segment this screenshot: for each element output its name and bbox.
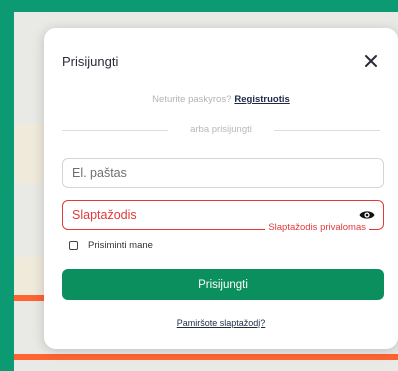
forgot-password-link[interactable]: Pamiršote slaptažodį? — [44, 318, 398, 328]
email-field[interactable] — [63, 159, 383, 187]
signup-question: Neturite paskyros? — [152, 94, 232, 105]
accent-strip — [14, 354, 398, 360]
close-icon[interactable] — [362, 52, 380, 70]
remember-me-label: Prisiminti mane — [88, 239, 153, 251]
password-error-message: Slaptažodis privalomas — [265, 222, 369, 233]
email-field-wrapper — [62, 158, 384, 188]
divider-line-right — [274, 130, 380, 131]
modal-title: Prisijungti — [62, 54, 119, 69]
signup-prompt: Neturite paskyros? Registruotis — [44, 94, 398, 105]
eye-icon[interactable] — [359, 209, 375, 221]
or-divider: arba prisijungti — [62, 124, 380, 136]
login-modal: Prisijungti Neturite paskyros? Registruot… — [44, 28, 398, 349]
password-field-wrapper: Slaptažodis privalomas — [62, 200, 384, 233]
remember-me[interactable]: Prisiminti mane — [69, 239, 153, 251]
login-button[interactable]: Prisijungti — [62, 269, 384, 300]
remember-me-checkbox[interactable] — [69, 240, 78, 250]
register-link[interactable]: Registruotis — [234, 94, 289, 105]
